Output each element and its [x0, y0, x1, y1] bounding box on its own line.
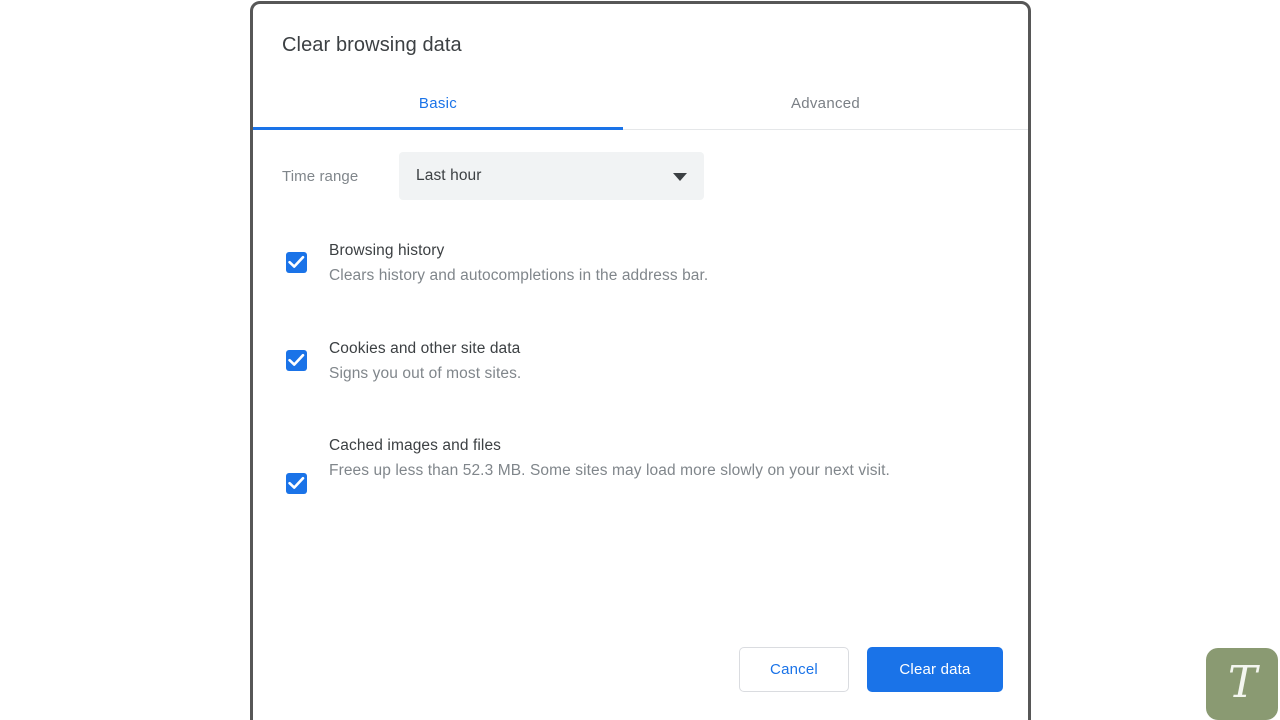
watermark-letter: T	[1227, 657, 1258, 708]
time-range-row: Time range Last hour	[282, 152, 704, 200]
time-range-select[interactable]: Last hour	[399, 152, 704, 200]
check-icon	[288, 255, 305, 268]
check-icon	[288, 476, 305, 489]
option-description: Clears history and autocompletions in th…	[329, 267, 709, 284]
chevron-down-icon	[673, 173, 687, 181]
cancel-button[interactable]: Cancel	[739, 647, 849, 692]
tab-bar: Basic Advanced	[253, 78, 1028, 131]
option-title: Cookies and other site data	[329, 340, 521, 357]
dialog-footer: Cancel Clear data	[739, 647, 1003, 692]
checkbox-cached-images-and-files[interactable]	[286, 473, 307, 494]
tab-advanced[interactable]: Advanced	[623, 78, 1028, 130]
checkbox-browsing-history[interactable]	[286, 252, 307, 273]
screen: Clear browsing data Basic Advanced Time …	[0, 0, 1280, 720]
watermark-badge: T	[1206, 648, 1278, 720]
time-range-label: Time range	[282, 167, 359, 185]
checkbox-cookies-and-site-data[interactable]	[286, 350, 307, 371]
option-text: Cached images and files Frees up less th…	[329, 421, 890, 486]
option-text: Cookies and other site data Signs you ou…	[329, 324, 521, 389]
dialog-title: Clear browsing data	[282, 34, 462, 56]
check-icon	[288, 353, 305, 366]
option-title: Cached images and files	[329, 437, 502, 454]
time-range-selected-value: Last hour	[416, 167, 482, 184]
option-title: Browsing history	[329, 242, 445, 259]
option-description: Frees up less than 52.3 MB. Some sites m…	[329, 462, 890, 479]
options-list: Browsing history Clears history and auto…	[253, 226, 1028, 494]
clear-browsing-data-dialog: Clear browsing data Basic Advanced Time …	[250, 1, 1031, 720]
tab-selected-indicator	[253, 127, 623, 130]
clear-data-button[interactable]: Clear data	[867, 647, 1003, 692]
option-cached-images-and-files[interactable]: Cached images and files Frees up less th…	[253, 421, 1028, 494]
option-browsing-history[interactable]: Browsing history Clears history and auto…	[253, 226, 1028, 291]
option-text: Browsing history Clears history and auto…	[329, 226, 708, 291]
option-cookies-and-site-data[interactable]: Cookies and other site data Signs you ou…	[253, 324, 1028, 389]
option-description: Signs you out of most sites.	[329, 365, 522, 382]
tab-basic[interactable]: Basic	[253, 78, 623, 130]
